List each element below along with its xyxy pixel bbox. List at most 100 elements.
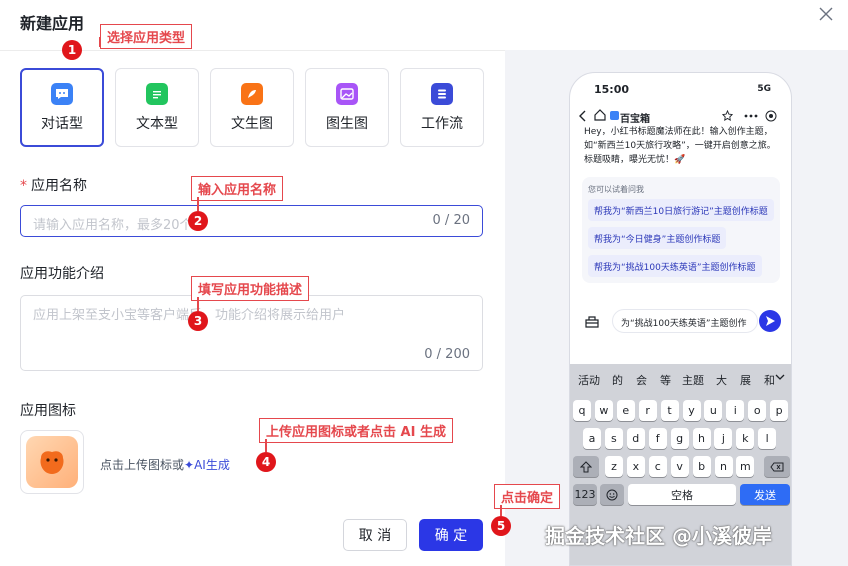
candidate[interactable]: 活动 (578, 372, 600, 388)
type-card-text[interactable]: 文本型 (115, 68, 199, 147)
upload-hint: 点击上传图标或✦AI生成 (100, 458, 230, 472)
annotation-badge-4: 4 (256, 452, 276, 472)
chat-bubble-icon (51, 82, 73, 105)
app-icon-label: 应用图标 (20, 403, 76, 419)
key-v[interactable]: v (670, 456, 689, 477)
emoji-icon[interactable] (600, 484, 624, 505)
shift-key[interactable] (573, 456, 599, 477)
annotation-badge-3: 3 (188, 311, 208, 331)
key-m[interactable]: m (736, 456, 755, 477)
required-mark: * (20, 178, 27, 194)
annotation-line (500, 505, 502, 516)
annotation-2: 输入应用名称 (191, 176, 284, 201)
key-i[interactable]: i (726, 400, 745, 421)
type-label: 图生图 (326, 115, 368, 132)
type-card-text-to-image[interactable]: 文生图 (210, 68, 294, 147)
feather-icon (241, 82, 263, 105)
app-nav-title: 百宝箱 (620, 114, 650, 125)
annotation-line (197, 197, 199, 211)
chat-input-bar: 为“挑战100天练英语”主题创作 (570, 305, 791, 337)
phone-preview: 15:00 5G 百宝箱 Hey，小红书标题魔法师在此！输入创作主题，如“新西兰… (569, 72, 792, 566)
key-y[interactable]: y (682, 400, 701, 421)
home-icon[interactable] (594, 109, 606, 121)
app-name-placeholder: 请输入应用名称，最多20个字 (33, 218, 206, 233)
annotation-line (99, 37, 101, 47)
document-icon (146, 82, 168, 105)
candidate[interactable]: 主题 (682, 372, 704, 388)
key-q[interactable]: q (573, 400, 591, 421)
candidate[interactable]: 和 (764, 372, 775, 388)
record-icon[interactable] (765, 110, 777, 122)
annotation-3: 填写应用功能描述 (191, 276, 310, 301)
key-c[interactable]: c (648, 456, 667, 477)
bot-message: Hey，小红书标题魔法师在此！输入创作主题，如“新西兰10天旅行攻略”，一键开启… (584, 127, 776, 165)
key-j[interactable]: j (714, 428, 733, 449)
ok-button[interactable]: 确 定 (419, 519, 483, 551)
new-app-dialog: 新建应用 对话型 文本型 文生图 图生图 工作流 * 应用名称 请输入应用名称，… (0, 0, 848, 566)
key-x[interactable]: x (626, 456, 645, 477)
key-u[interactable]: u (704, 400, 723, 421)
key-k[interactable]: k (736, 428, 755, 449)
send-icon[interactable] (759, 310, 781, 332)
type-card-chat[interactable]: 对话型 (20, 68, 104, 147)
key-l[interactable]: l (758, 428, 777, 449)
suggestion-chip[interactable]: 帮我为“挑战100天练英语”主题创作标题 (588, 255, 762, 277)
annotation-line (197, 297, 199, 311)
close-icon[interactable] (818, 6, 834, 22)
type-card-workflow[interactable]: 工作流 (400, 68, 484, 147)
type-label: 文生图 (231, 115, 273, 132)
app-desc-textarea[interactable]: 应用上架至支小宝等客户端后，功能介绍将展示给用户 0 / 200 (20, 295, 483, 371)
app-name-input[interactable]: 请输入应用名称，最多20个字 0 / 20 (20, 205, 483, 237)
annotation-1: 选择应用类型 (100, 24, 193, 49)
status-time: 15:00 (594, 83, 630, 96)
suggestion-chip[interactable]: 帮我为“今日健身”主题创作标题 (588, 227, 727, 249)
space-key[interactable]: 空格 (628, 484, 736, 505)
ai-generate-link[interactable]: ✦AI生成 (184, 458, 230, 472)
numbers-key[interactable]: 123 (573, 484, 597, 505)
candidate[interactable]: 等 (660, 372, 671, 388)
star-icon[interactable] (722, 110, 733, 121)
key-o[interactable]: o (748, 400, 767, 421)
candidate-bar: 活动 的 会 等 主题 大 展 和 (570, 364, 791, 392)
chat-input[interactable]: 为“挑战100天练英语”主题创作 (612, 309, 758, 333)
cancel-button[interactable]: 取 消 (343, 519, 407, 551)
suggestion-chip[interactable]: 帮我为“新西兰10日旅行游记”主题创作标题 (588, 199, 774, 221)
annotation-5: 点击确定 (494, 484, 561, 509)
backspace-key[interactable] (764, 456, 790, 477)
key-g[interactable]: g (670, 428, 689, 449)
chevron-down-icon[interactable] (775, 374, 785, 381)
key-d[interactable]: d (626, 428, 645, 449)
key-e[interactable]: e (616, 400, 635, 421)
key-h[interactable]: h (692, 428, 711, 449)
signal-icon: 5G (757, 84, 771, 94)
annotation-4: 上传应用图标或者点击 AI 生成 (259, 418, 453, 443)
candidate[interactable]: 会 (636, 372, 647, 388)
key-b[interactable]: b (692, 456, 711, 477)
key-s[interactable]: s (604, 428, 623, 449)
app-name-label: * 应用名称 (20, 178, 87, 194)
back-icon[interactable] (578, 110, 588, 122)
suggest-hint: 您可以试着问我 (588, 185, 644, 194)
key-a[interactable]: a (583, 428, 601, 449)
key-p[interactable]: p (770, 400, 789, 421)
app-desc-label: 应用功能介绍 (20, 266, 104, 282)
status-bar: 15:00 5G (570, 73, 791, 105)
app-desc-counter: 0 / 200 (424, 347, 470, 362)
key-t[interactable]: t (660, 400, 679, 421)
more-icon[interactable] (744, 114, 758, 118)
type-card-image-to-image[interactable]: 图生图 (305, 68, 389, 147)
candidate[interactable]: 大 (716, 372, 727, 388)
send-key[interactable]: 发送 (740, 484, 790, 505)
key-z[interactable]: z (605, 456, 623, 477)
type-label: 对话型 (41, 115, 83, 132)
key-f[interactable]: f (648, 428, 667, 449)
key-w[interactable]: w (594, 400, 613, 421)
key-r[interactable]: r (638, 400, 657, 421)
app-icon-upload[interactable] (20, 430, 84, 494)
candidate[interactable]: 展 (740, 372, 751, 388)
annotation-badge-1: 1 (62, 40, 82, 60)
key-n[interactable]: n (714, 456, 733, 477)
candidate[interactable]: 的 (612, 372, 623, 388)
annotation-badge-2: 2 (188, 211, 208, 231)
toolbox-icon[interactable] (584, 314, 600, 328)
